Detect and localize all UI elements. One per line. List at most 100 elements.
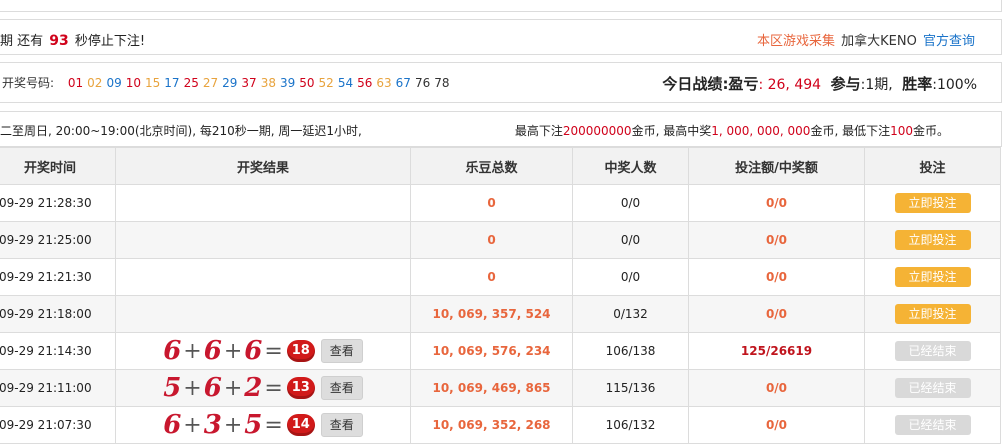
today-stats: 今日战绩:盈亏: 26, 494 参与:1期, 胜率:100%: [662, 73, 977, 94]
winner-count: 0/0: [572, 221, 689, 259]
winning-number: 78: [434, 76, 450, 90]
view-button[interactable]: 查看: [320, 376, 363, 400]
header-winners: 中奖人数: [572, 147, 689, 185]
bet-now-button[interactable]: 立即投注: [894, 267, 971, 287]
result-digit: 5: [244, 410, 263, 440]
total-beans: 10, 069, 576, 234: [410, 332, 573, 370]
winning-number: 38: [260, 76, 276, 90]
draw-result-cell: [115, 295, 411, 333]
numbers-label: 开奖号码:: [2, 76, 55, 90]
draw-time: 09-29 21:07:30: [0, 406, 116, 444]
plus-sign: +: [223, 412, 243, 438]
winning-number: 76: [414, 76, 431, 90]
table-row: 09-29 21:07:30 6 +3 +5 = 14 查看 10, 069, 352, 26…: [0, 406, 1001, 444]
bet-now-button[interactable]: 立即投注: [894, 193, 971, 213]
equals-sign: =: [264, 375, 283, 401]
total-beans: 0: [410, 258, 573, 296]
total-beans: 0: [410, 221, 573, 259]
winning-number: 15: [145, 76, 161, 90]
bet-win-amount: 125/26619: [688, 332, 865, 370]
limits-text-3: 金币, 最低下注: [810, 124, 891, 138]
winning-numbers: 开奖号码: 01 02 09 10 15 17 25 27 29 37 38 39 50 52 54 56 63…: [2, 74, 454, 91]
plus-sign: +: [223, 375, 243, 401]
limits-text-4: 金币。: [912, 124, 949, 138]
sum-ball: 13: [286, 377, 315, 399]
ended-button: 已经结束: [894, 341, 971, 361]
bet-win-amount: 0/0: [688, 295, 865, 333]
result-digit: 5: [163, 373, 182, 403]
winrate-label: 胜率: [902, 75, 933, 93]
draw-result-cell: [115, 221, 411, 259]
winning-number: 54: [337, 76, 354, 90]
bet-now-button[interactable]: 立即投注: [894, 230, 971, 250]
countdown: 期 还有 93 秒停止下注!: [0, 30, 145, 49]
result-digit: 2: [244, 373, 263, 403]
limits-text-2: 金币, 最高中奖: [631, 124, 712, 138]
winning-number: 01: [67, 76, 84, 90]
equals-sign: =: [264, 412, 283, 438]
countdown-prefix: 期 还有: [0, 34, 44, 49]
bet-win-amount: 0/0: [688, 406, 865, 444]
header-result: 开奖结果: [115, 147, 411, 185]
countdown-seconds: 93: [49, 33, 69, 49]
bet-win-amount: 0/0: [688, 258, 865, 296]
ended-button: 已经结束: [894, 378, 971, 398]
winning-number: 09: [106, 76, 122, 90]
total-beans: 10, 069, 352, 268: [410, 406, 573, 444]
bet-now-button[interactable]: 立即投注: [894, 304, 971, 324]
total-beans: 10, 069, 357, 524: [410, 295, 573, 333]
ended-button: 已经结束: [894, 415, 971, 435]
result-digit: 6: [203, 373, 222, 403]
top-links: 本区游戏采集 加拿大KENO 官方查询: [757, 30, 975, 49]
winning-number: 37: [241, 76, 257, 90]
winning-number: 27: [202, 76, 219, 90]
winning-number: 50: [299, 76, 315, 90]
draw-time: 09-29 21:25:00: [0, 221, 116, 259]
winning-number: 29: [222, 76, 238, 90]
draw-time: 09-29 21:18:00: [0, 295, 116, 333]
countdown-suffix: 秒停止下注!: [74, 34, 146, 49]
result-digit: 6: [163, 410, 182, 440]
header-bet-win: 投注额/中奖额: [688, 147, 865, 185]
result-digit: 6: [203, 336, 222, 366]
winner-count: 115/136: [572, 369, 689, 407]
draw-result: 5 +6 +2 = 13 查看: [163, 375, 363, 401]
max-bet: 200000000: [562, 124, 632, 138]
bet-cell: 立即投注: [864, 295, 1001, 333]
min-bet: 100: [890, 124, 913, 138]
sum-ball: 14: [286, 414, 315, 436]
plus-sign: +: [183, 412, 202, 438]
bet-limits: 最高下注200000000金币, 最高中奖1, 000, 000, 000金币,…: [515, 122, 949, 139]
bet-cell: 已经结束: [864, 369, 1001, 407]
draw-time: 09-29 21:14:30: [0, 332, 116, 370]
winning-number: 63: [376, 76, 392, 90]
bet-win-amount: 0/0: [688, 369, 865, 407]
winner-count: 106/132: [572, 406, 689, 444]
official-query-link[interactable]: 官方查询: [923, 34, 975, 49]
view-button[interactable]: 查看: [320, 413, 363, 437]
winning-number: 17: [164, 76, 180, 90]
table-row: 09-29 21:25:00 0 0/0 0/0 立即投注: [0, 221, 1001, 259]
winner-count: 0/0: [572, 258, 689, 296]
table-header-row: 开奖时间 开奖结果 乐豆总数 中奖人数 投注额/中奖额 投注: [0, 147, 1001, 185]
table-row: 09-29 21:11:00 5 +6 +2 = 13 查看 10, 069, 469, 86…: [0, 369, 1001, 407]
draw-result: 6 +6 +6 = 18 查看: [163, 338, 363, 364]
top-panel: [0, 0, 1002, 12]
numbers-list: 01 02 09 10 15 17 25 27 29 37 38 39 50 52 54 56 63 67 76 78: [68, 76, 454, 90]
schedule-text: 二至周日, 20:00~19:00(北京时间), 每210秒一期, 周一延迟1小…: [0, 124, 362, 138]
draw-result-cell: 6 +3 +5 = 14 查看: [115, 406, 411, 444]
collect-link[interactable]: 本区游戏采集: [757, 34, 835, 49]
bet-win-amount: 0/0: [688, 184, 865, 222]
bet-cell: 已经结束: [864, 332, 1001, 370]
winner-count: 106/138: [572, 332, 689, 370]
profit-label: :盈亏: [722, 75, 759, 93]
limits-text-1: 最高下注: [514, 124, 563, 138]
draw-time: 09-29 21:28:30: [0, 184, 116, 222]
plus-sign: +: [183, 338, 202, 364]
participate-label: 参与: [830, 75, 861, 93]
table-row: 09-29 21:21:30 0 0/0 0/0 立即投注: [0, 258, 1001, 296]
draw-time: 09-29 21:21:30: [0, 258, 116, 296]
view-button[interactable]: 查看: [320, 339, 363, 363]
result-digit: 6: [244, 336, 263, 366]
bet-win-amount: 0/0: [688, 221, 865, 259]
